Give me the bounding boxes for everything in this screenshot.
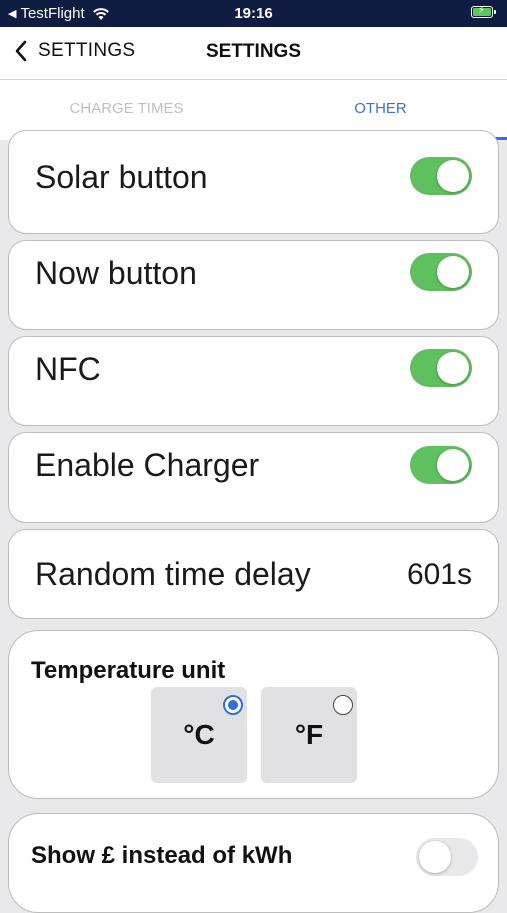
enable-charger-label: Enable Charger — [35, 447, 260, 483]
fahrenheit-label: °F — [294, 719, 324, 750]
show-currency-label: Show £ instead of kWh — [31, 842, 293, 869]
random-delay-label: Random time delay — [35, 556, 311, 592]
solar-button-toggle[interactable] — [410, 157, 472, 195]
nfc-row: NFC — [8, 336, 499, 426]
status-bar: ◀ TestFlight 19:16 ⚡ — [0, 0, 507, 27]
now-button-label: Now button — [35, 255, 197, 291]
fahrenheit-radio[interactable] — [333, 695, 353, 715]
celsius-label: °C — [183, 719, 215, 750]
fahrenheit-option[interactable]: °F — [261, 687, 357, 783]
random-delay-row[interactable]: Random time delay 601s — [8, 529, 499, 619]
enable-charger-row: Enable Charger — [8, 432, 499, 523]
chevron-left-icon — [15, 40, 27, 62]
show-currency-toggle[interactable] — [416, 838, 478, 876]
random-delay-value: 601s — [406, 558, 472, 591]
battery-charging-icon: ⚡ — [471, 5, 496, 18]
back-label: SETTINGS — [38, 40, 136, 61]
now-button-row: Now button — [8, 240, 499, 330]
celsius-option[interactable]: °C — [151, 687, 247, 783]
show-currency-row: Show £ instead of kWh — [8, 813, 499, 913]
solar-button-row: Solar button — [8, 130, 499, 234]
nfc-toggle[interactable] — [410, 349, 472, 387]
temperature-unit-title: Temperature unit — [31, 657, 226, 684]
temperature-unit-card: Temperature unit °C °F — [8, 630, 499, 799]
enable-charger-toggle[interactable] — [410, 446, 472, 484]
celsius-radio[interactable] — [223, 695, 243, 715]
clock: 19:16 — [234, 5, 273, 22]
nav-bar: SETTINGS SETTINGS — [0, 27, 507, 80]
now-button-toggle[interactable] — [410, 253, 472, 291]
solar-button-label: Solar button — [35, 159, 208, 195]
nfc-label: NFC — [35, 351, 101, 387]
back-button[interactable]: SETTINGS — [14, 40, 135, 62]
